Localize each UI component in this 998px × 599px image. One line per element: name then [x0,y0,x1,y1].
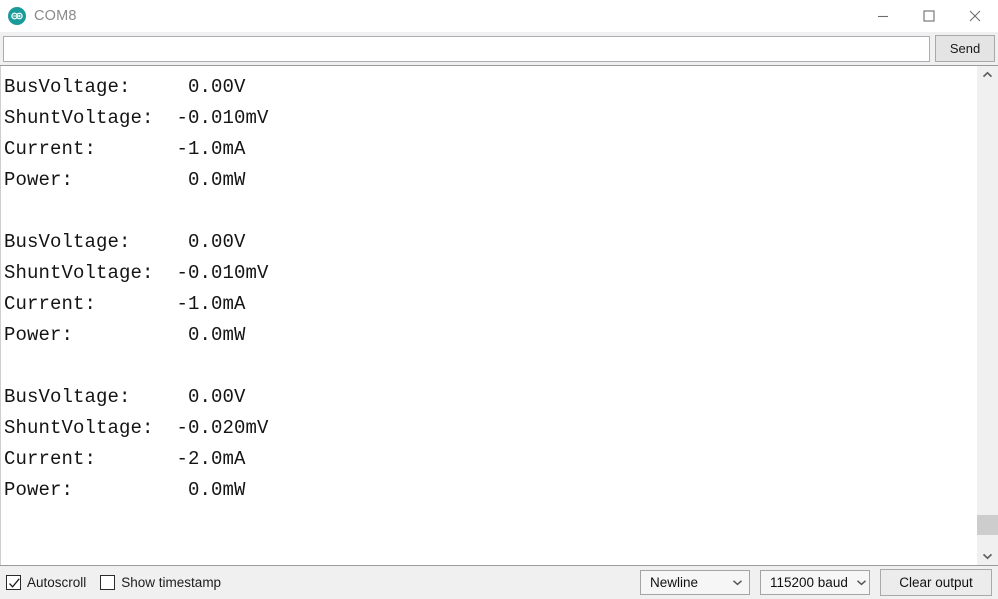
window-title: COM8 [34,8,77,24]
log-line: BusVoltage: 0.00V [4,231,246,253]
scroll-up-button[interactable] [977,66,998,84]
line-ending-dropdown[interactable]: Newline [640,570,750,595]
title-bar: COM8 [0,0,998,32]
serial-output-text[interactable]: BusVoltage: 0.00V ShuntVoltage: -0.010mV C… [0,66,976,565]
log-line: ShuntVoltage: -0.020mV [4,417,269,439]
log-line: ShuntVoltage: -0.010mV [4,262,269,284]
send-button[interactable]: Send [935,35,995,62]
baud-rate-value: 115200 baud [770,575,848,590]
log-line: BusVoltage: 0.00V [4,386,246,408]
status-bar: Autoscroll Show timestamp Newline 115200… [0,566,998,599]
serial-send-input[interactable] [3,35,930,62]
autoscroll-checkbox[interactable] [6,575,21,590]
chevron-down-icon [856,580,866,586]
scrollbar-track[interactable] [977,84,998,547]
log-line: Current: -2.0mA [4,448,246,470]
show-timestamp-label: Show timestamp [121,575,222,590]
log-blank-line [4,196,976,227]
log-line: ShuntVoltage: -0.010mV [4,107,269,129]
log-blank-line [4,351,976,382]
minimize-button[interactable] [860,0,906,32]
window-controls [860,0,998,32]
output-vertical-scrollbar[interactable] [976,66,998,565]
show-timestamp-checkbox-wrapper[interactable]: Show timestamp [100,575,221,590]
title-bar-left: COM8 [0,7,77,25]
status-bar-left: Autoscroll Show timestamp [6,575,221,590]
log-line: Power: 0.0mW [4,169,246,191]
log-line: Current: -1.0mA [4,293,246,315]
line-ending-value: Newline [650,575,699,590]
status-bar-right: Newline 115200 baud Clear output [640,569,992,596]
log-line: Current: -1.0mA [4,138,246,160]
chevron-down-icon [732,580,743,586]
log-line: Power: 0.0mW [4,324,246,346]
send-bar: Send [0,32,998,65]
scroll-down-button[interactable] [977,547,998,565]
maximize-button[interactable] [906,0,952,32]
close-button[interactable] [952,0,998,32]
serial-output-area: BusVoltage: 0.00V ShuntVoltage: -0.010mV C… [0,65,998,566]
clear-output-button[interactable]: Clear output [880,569,992,596]
show-timestamp-checkbox[interactable] [100,575,116,590]
log-line: Power: 0.0mW [4,479,246,501]
scrollbar-thumb[interactable] [977,514,998,536]
baud-rate-dropdown[interactable]: 115200 baud [760,570,870,595]
autoscroll-checkbox-wrapper[interactable]: Autoscroll [6,575,86,590]
serial-monitor-window: COM8 Send BusVoltage: 0.00V ShuntVoltage:… [0,0,998,599]
autoscroll-label: Autoscroll [27,575,87,590]
log-line: BusVoltage: 0.00V [4,76,246,98]
arduino-infinity-icon [8,7,26,25]
